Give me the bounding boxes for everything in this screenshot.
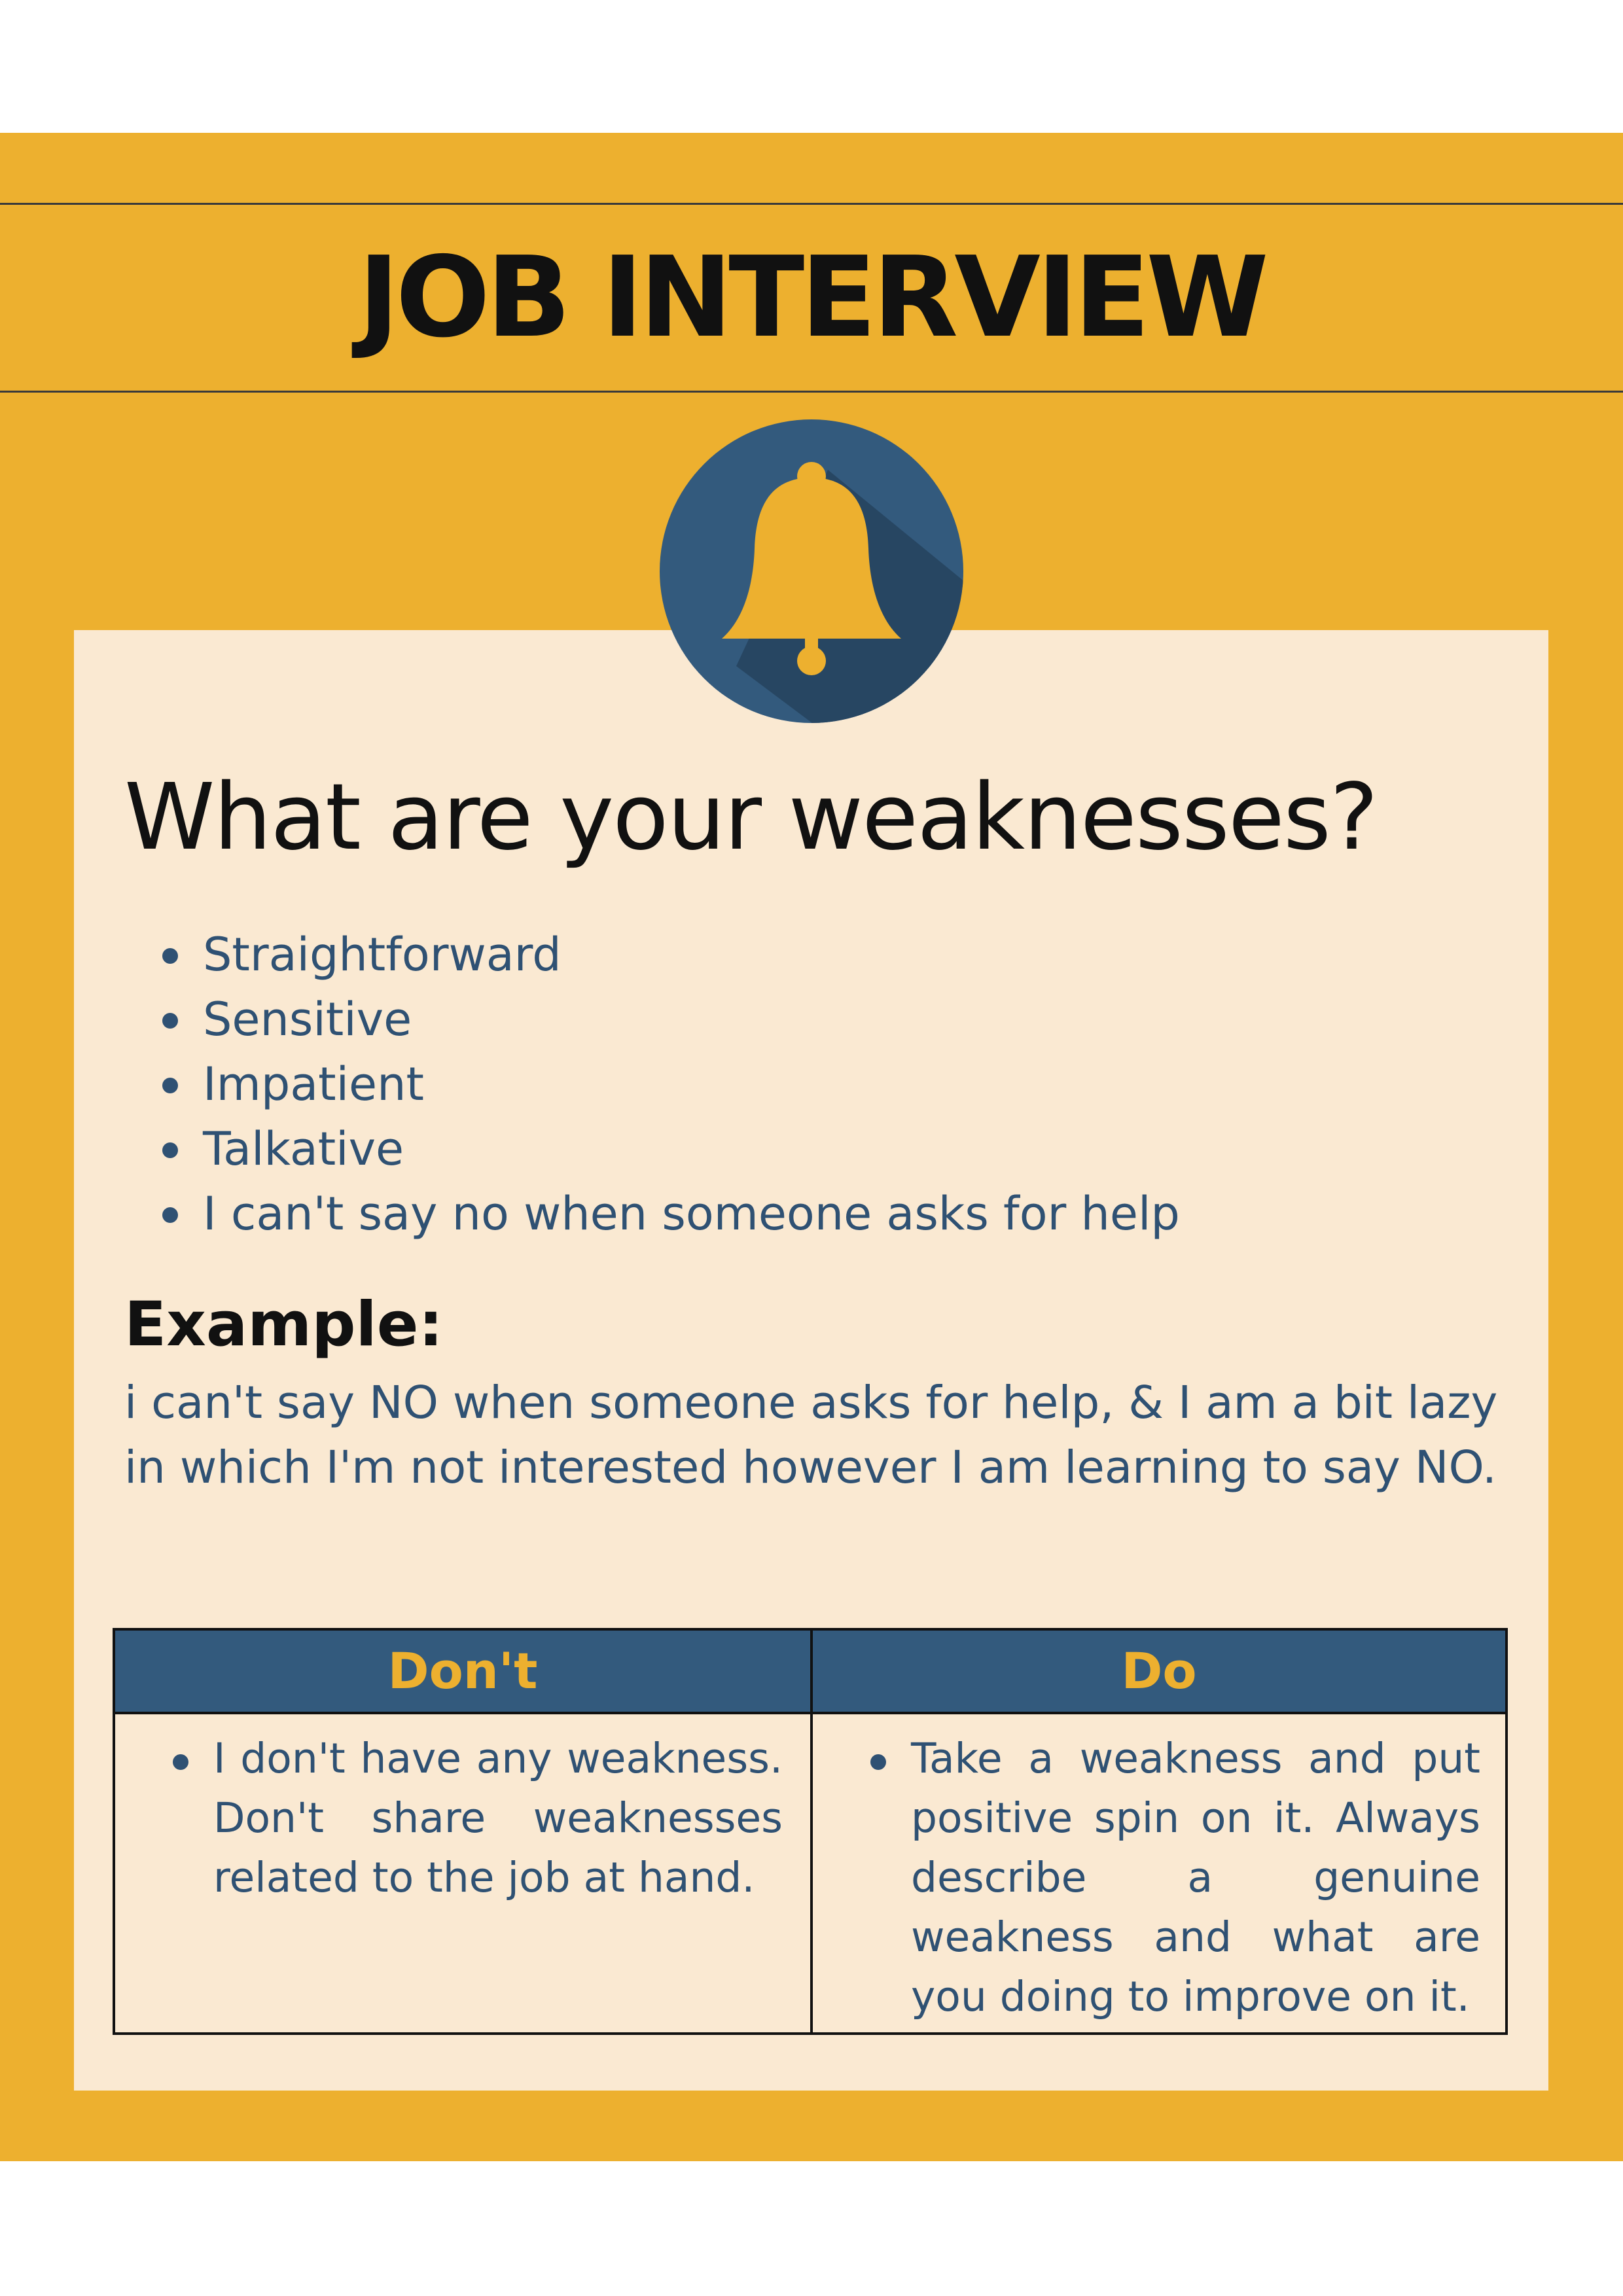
column-divider [810,1631,813,2032]
list-item: Sensitive [157,987,1400,1052]
bullet-icon [162,948,178,964]
list-item: Talkative [157,1117,1400,1182]
dont-item-text: I don't have any weakness. Don't share w… [213,1735,783,1901]
bell-icon [660,419,963,723]
bullet-icon [162,1207,178,1223]
page: JOB INTERVIEW What are your weaknesses? … [0,0,1623,2296]
bullet-icon [173,1754,188,1770]
list-item-text: Straightforward [203,928,562,981]
do-cell: Take a weakness and put positive spin on… [865,1729,1480,2026]
do-item-text: Take a weakness and put positive spin on… [911,1735,1480,2021]
weakness-list: Straightforward Sensitive Impatient Talk… [157,923,1400,1246]
title-rule-top [0,203,1623,205]
bullet-icon [870,1754,886,1770]
dont-do-table: Don't Do I don't have any weakness. Don'… [113,1628,1508,2035]
example-label: Example: [124,1289,444,1360]
list-item: Impatient [157,1052,1400,1117]
page-title: JOB INTERVIEW [358,233,1269,362]
bullet-icon [162,1078,178,1093]
dont-cell: I don't have any weakness. Don't share w… [168,1729,783,1907]
bullet-icon [162,1142,178,1158]
list-item: Take a weakness and put positive spin on… [865,1729,1480,2026]
do-column-header: Do [1121,1642,1197,1700]
list-item-text: Talkative [203,1122,404,1176]
list-item-text: Impatient [203,1057,424,1111]
example-text: i can't say NO when someone asks for hel… [124,1377,1498,1494]
title-rule-bottom [0,391,1623,393]
dont-column-header: Don't [387,1642,538,1700]
bullet-icon [162,1013,178,1029]
list-item: Straightforward [157,923,1400,987]
list-item: I don't have any weakness. Don't share w… [168,1729,783,1907]
list-item: I can't say no when someone asks for hel… [157,1182,1400,1246]
list-item-text: Sensitive [203,993,412,1046]
list-item-text: I can't say no when someone asks for hel… [203,1187,1180,1241]
question-heading: What are your weaknesses? [124,764,1378,871]
